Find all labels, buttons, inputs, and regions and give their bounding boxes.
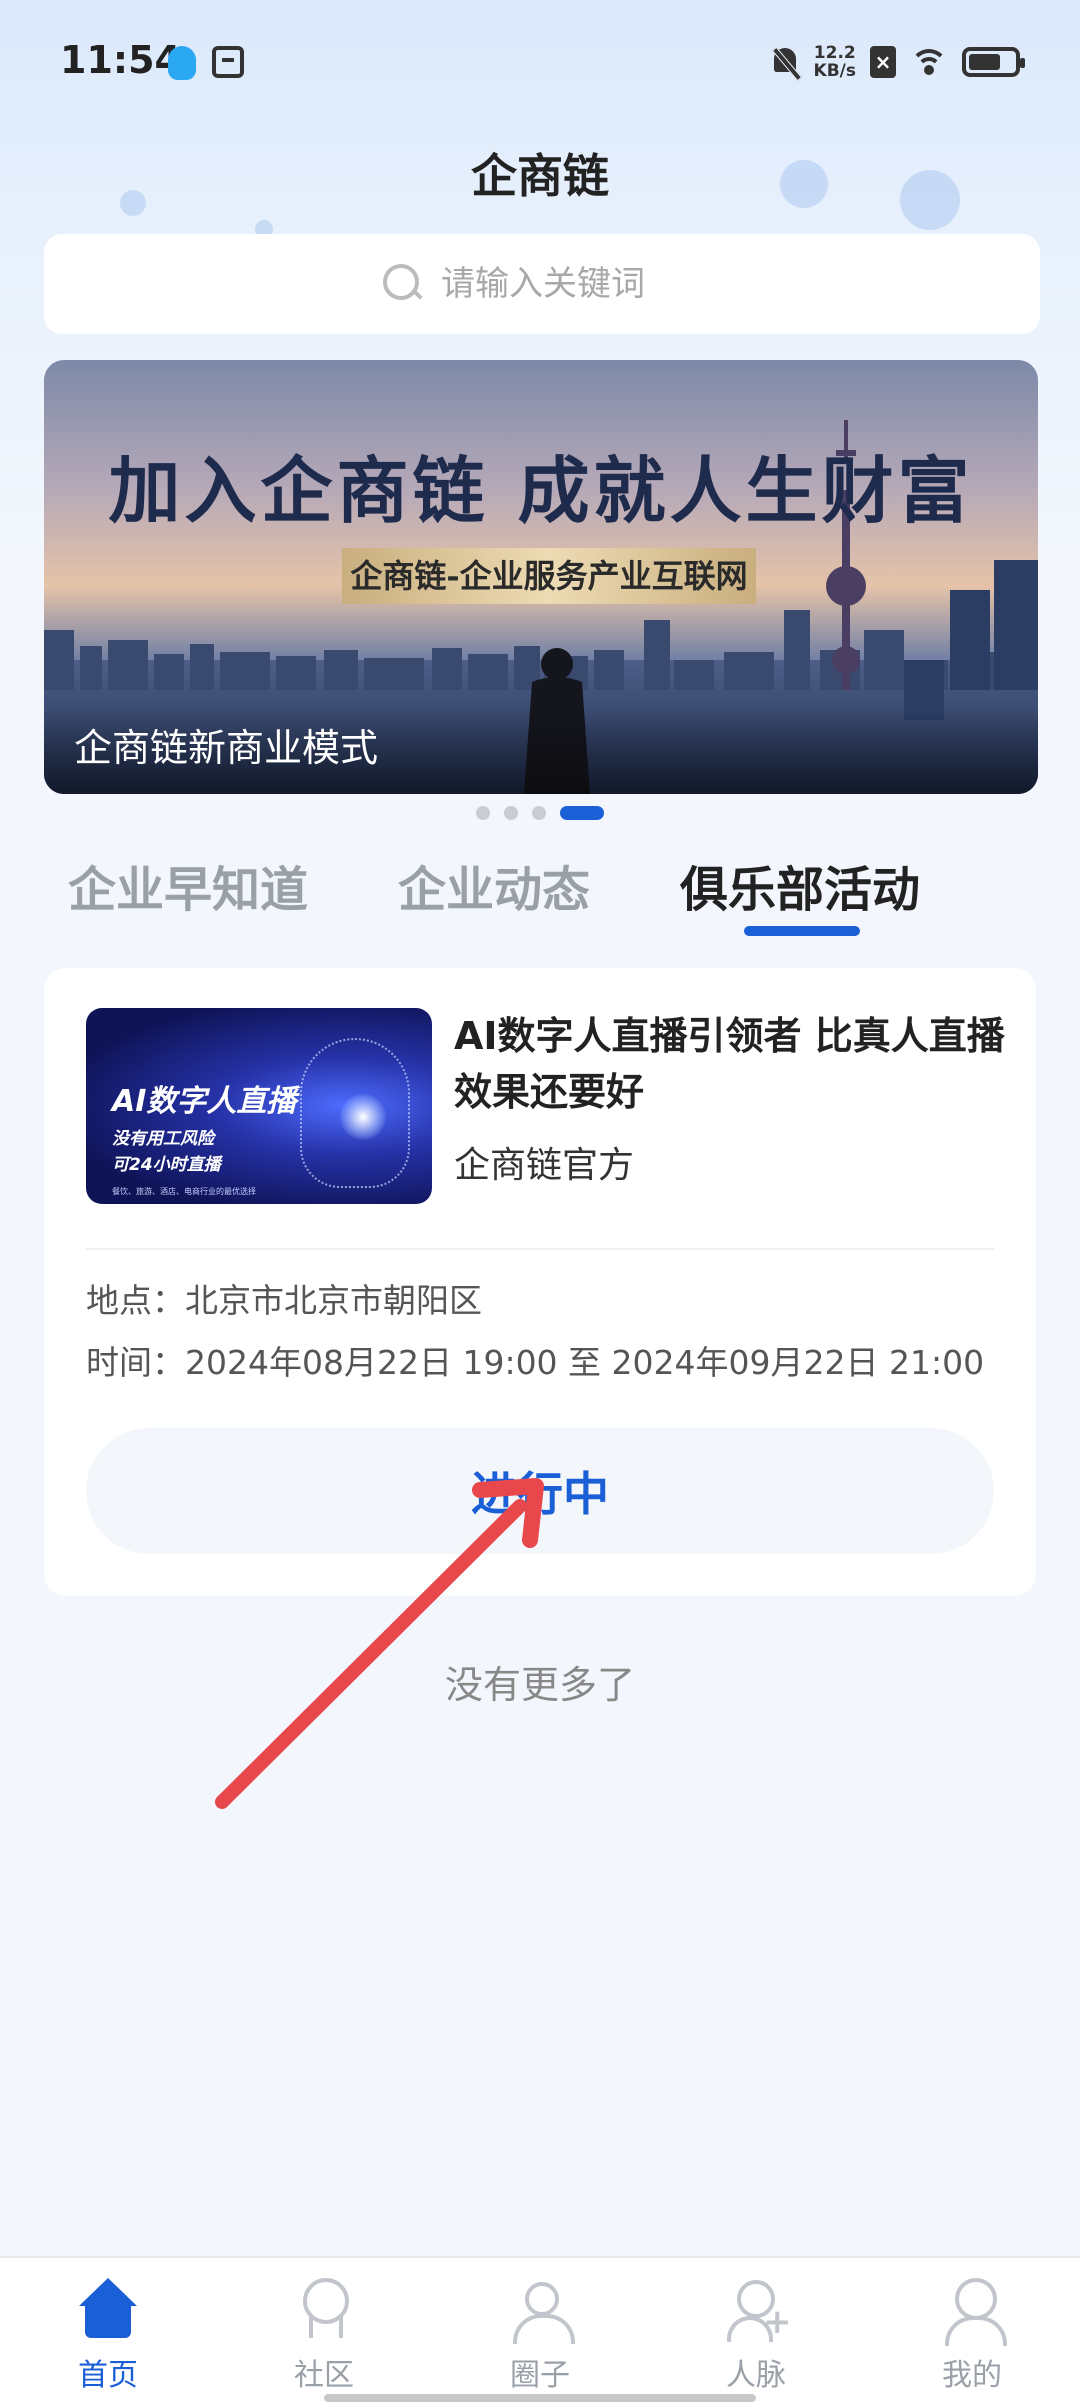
nav-label: 圈子 — [510, 2358, 570, 2393]
nav-circle[interactable]: 圈子 — [470, 2276, 610, 2394]
contacts-icon — [723, 2276, 792, 2342]
category-tabs: 企业早知道 企业动态 俱乐部活动 — [0, 850, 1080, 960]
search-input[interactable] — [441, 264, 701, 304]
banner-subtitle: 企商链-企业服务产业互联网 — [342, 548, 756, 604]
nav-label: 我的 — [942, 2358, 1002, 2393]
network-speed-unit: KB/s — [813, 61, 856, 81]
network-speed: 12.2 KB/s — [814, 44, 856, 80]
search-icon — [383, 264, 423, 304]
event-time: 时间：2024年08月22日 19:00 至 2024年09月22日 21:00 — [86, 1343, 985, 1382]
thumbnail-title: AI数字人直播 — [112, 1084, 297, 1119]
nav-label: 人脉 — [726, 2358, 786, 2393]
event-thumbnail[interactable]: AI数字人直播 没有用工风险 可24小时直播 餐饮、旅游、酒店、电商行业的最优选… — [86, 1008, 432, 1204]
event-organizer: 企商链官方 — [454, 1145, 635, 1186]
home-indicator[interactable] — [324, 2394, 756, 2402]
notification-box-icon — [212, 46, 244, 78]
carousel-dot[interactable] — [476, 806, 490, 820]
event-title[interactable]: AI数字人直播引领者 比真人直播效果还要好 — [454, 1008, 1014, 1120]
wifi-icon — [910, 47, 948, 77]
list-end-text: 没有更多了 — [444, 1663, 635, 1707]
qq-icon — [168, 46, 196, 80]
carousel-dot-active[interactable] — [560, 806, 604, 820]
thumbnail-line-2: 可24小时直播 — [112, 1155, 221, 1175]
nav-label: 首页 — [78, 2358, 138, 2393]
status-icons: 12.2 KB/s × — [770, 40, 1025, 84]
circle-icon — [507, 2276, 575, 2344]
card-divider — [86, 1248, 994, 1250]
bottom-navigation: 首页 社区 圈子 人脉 我的 — [0, 2256, 1080, 2408]
carousel-dot[interactable] — [532, 806, 546, 820]
thumbnail-line-1: 没有用工风险 — [112, 1129, 214, 1149]
event-location: 地点：北京市北京市朝阳区 — [86, 1281, 482, 1320]
community-icon — [291, 2276, 357, 2342]
glow-decor — [340, 1094, 386, 1140]
event-card[interactable]: AI数字人直播 没有用工风险 可24小时直播 餐饮、旅游、酒店、电商行业的最优选… — [44, 968, 1036, 1596]
nav-home[interactable]: 首页 — [38, 2276, 178, 2394]
banner-carousel[interactable]: 加入企商链 成就人生财富 企商链-企业服务产业互联网 企商链新商业模式 — [44, 360, 1038, 794]
search-bar[interactable] — [44, 234, 1040, 334]
banner-caption: 企商链新商业模式 — [74, 726, 379, 770]
nav-community[interactable]: 社区 — [254, 2276, 394, 2394]
page-title: 企商链 — [471, 149, 609, 203]
mine-icon — [939, 2276, 1007, 2346]
sim-off-icon: × — [870, 46, 896, 78]
home-icon — [75, 2276, 141, 2342]
nav-mine[interactable]: 我的 — [902, 2276, 1042, 2394]
nav-label: 社区 — [294, 2358, 354, 2393]
battery-icon — [962, 47, 1025, 77]
tab-enterprise-news-early[interactable]: 企业早知道 — [68, 850, 308, 920]
banner-headline: 加入企商链 成就人生财富 — [108, 448, 974, 533]
carousel-dot[interactable] — [504, 806, 518, 820]
event-status-button[interactable]: 进行中 — [86, 1428, 994, 1554]
thumbnail-fine-print: 餐饮、旅游、酒店、电商行业的最优选择 — [112, 1187, 256, 1196]
active-tab-indicator — [744, 926, 860, 936]
nav-contacts[interactable]: 人脉 — [686, 2276, 826, 2394]
tab-enterprise-updates[interactable]: 企业动态 — [398, 850, 590, 920]
carousel-indicator — [0, 806, 1080, 820]
status-time: 11:54 — [60, 38, 181, 82]
status-bar: 11:54 12.2 KB/s × — [0, 0, 1080, 126]
bell-off-icon — [770, 46, 800, 78]
network-speed-value: 12.2 — [813, 43, 856, 63]
tab-club-activities[interactable]: 俱乐部活动 — [680, 850, 920, 920]
